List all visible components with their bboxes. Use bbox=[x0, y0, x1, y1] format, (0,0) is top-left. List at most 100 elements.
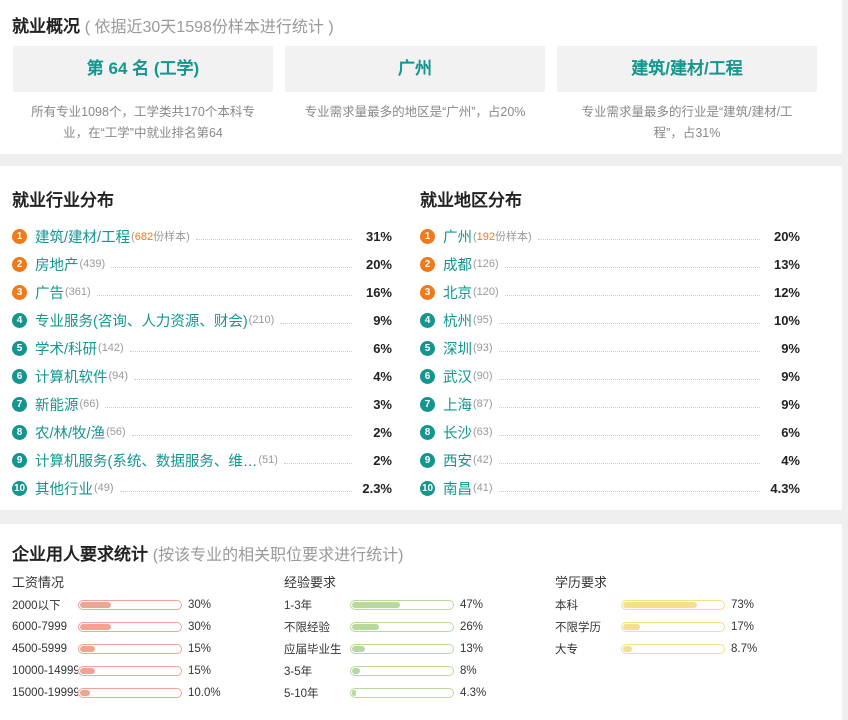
education-bar bbox=[621, 644, 725, 654]
region-row[interactable]: 4 杭州 (95) 10% bbox=[420, 306, 800, 334]
salary-label: 10000-14999 bbox=[12, 665, 78, 677]
education-row: 本科 73% bbox=[555, 594, 757, 616]
region-row[interactable]: 7 上海 (87) 9% bbox=[420, 390, 800, 418]
percentage: 2% bbox=[373, 452, 392, 468]
industry-row[interactable]: 2 房地产 (439) 20% bbox=[12, 250, 392, 278]
region-row[interactable]: 6 武汉 (90) 9% bbox=[420, 362, 800, 390]
experience-value: 8% bbox=[460, 665, 477, 677]
region-row[interactable]: 5 深圳 (93) 9% bbox=[420, 334, 800, 362]
industry-name-link[interactable]: 农/林/牧/渔 bbox=[35, 422, 105, 443]
region-row[interactable]: 9 西安 (42) 4% bbox=[420, 446, 800, 474]
industry-name-link[interactable]: 计算机软件 bbox=[35, 366, 108, 387]
experience-title: 经验要求 bbox=[284, 575, 337, 590]
experience-value: 4.3% bbox=[460, 687, 487, 699]
region-name-link[interactable]: 上海 bbox=[443, 394, 472, 415]
industry-name-link[interactable]: 学术/科研 bbox=[35, 338, 97, 359]
rank-badge: 3 bbox=[12, 284, 27, 300]
sample-count: (439) bbox=[79, 258, 106, 270]
experience-row: 应届毕业生 13% bbox=[284, 638, 486, 660]
experience-row: 5-10年 4.3% bbox=[284, 682, 486, 704]
region-name-link[interactable]: 杭州 bbox=[443, 310, 472, 331]
dotted-leader bbox=[195, 238, 352, 240]
dotted-leader bbox=[498, 490, 760, 492]
overview-top-region-box: 广州 bbox=[285, 46, 545, 92]
education-label: 大专 bbox=[555, 644, 578, 656]
rank-badge: 10 bbox=[420, 480, 435, 496]
region-name-link[interactable]: 长沙 bbox=[443, 422, 472, 443]
industry-row[interactable]: 1 建筑/建材/工程 (682份样本) 31% bbox=[12, 222, 392, 250]
dotted-leader bbox=[498, 462, 760, 464]
rank-badge: 5 bbox=[420, 340, 435, 356]
experience-bar-fill bbox=[352, 602, 400, 608]
region-name-link[interactable]: 广州 bbox=[443, 226, 472, 247]
sample-count: (63) bbox=[473, 426, 493, 438]
experience-value: 26% bbox=[460, 621, 484, 633]
experience-bar bbox=[350, 666, 454, 676]
percentage: 20% bbox=[365, 256, 392, 272]
experience-bar-fill bbox=[352, 646, 366, 652]
industry-row[interactable]: 4 专业服务(咨询、人力资源、财会) (210) 9% bbox=[12, 306, 392, 334]
overview-title: 就业概况 bbox=[12, 17, 80, 36]
dotted-leader bbox=[111, 266, 352, 268]
experience-row: 1-3年 47% bbox=[284, 594, 486, 616]
region-name-link[interactable]: 西安 bbox=[443, 450, 472, 471]
sample-count: (42) bbox=[473, 454, 493, 466]
region-row[interactable]: 1 广州 (192份样本) 20% bbox=[420, 222, 800, 250]
sample-count: (41) bbox=[473, 482, 493, 494]
percentage: 12% bbox=[773, 284, 800, 300]
rank-badge: 4 bbox=[420, 312, 435, 328]
region-row[interactable]: 10 南昌 (41) 4.3% bbox=[420, 474, 800, 502]
region-row[interactable]: 2 成都 (126) 13% bbox=[420, 250, 800, 278]
percentage: 9% bbox=[781, 340, 800, 356]
salary-value: 15% bbox=[188, 643, 212, 655]
dotted-leader bbox=[498, 434, 760, 436]
dotted-leader bbox=[498, 406, 760, 408]
dotted-leader bbox=[105, 406, 352, 408]
industry-row[interactable]: 7 新能源 (66) 3% bbox=[12, 390, 392, 418]
region-name-link[interactable]: 武汉 bbox=[443, 366, 472, 387]
requirements-title: 企业用人要求统计 bbox=[12, 545, 148, 564]
rank-badge: 9 bbox=[12, 452, 27, 468]
sample-count: (56) bbox=[106, 426, 126, 438]
experience-label: 应届毕业生 bbox=[284, 644, 342, 656]
rank-badge: 4 bbox=[12, 312, 27, 328]
dotted-leader bbox=[498, 378, 760, 380]
region-row[interactable]: 8 长沙 (63) 6% bbox=[420, 418, 800, 446]
education-bar-fill bbox=[623, 646, 632, 652]
overview-heading: 就业概况 ( 依据近30天1598份样本进行统计 ) bbox=[12, 12, 334, 37]
salary-section: 工资情况 2000以下 30% 6000-7999 30% 4500-5999 15% 10… bbox=[12, 572, 221, 704]
industry-row[interactable]: 9 计算机服务(系统、数据服务、维… (51) 2% bbox=[12, 446, 392, 474]
industry-name-link[interactable]: 计算机服务(系统、数据服务、维… bbox=[35, 450, 257, 471]
industry-list: 1 建筑/建材/工程 (682份样本) 31% 2 房地产 (439) 20% 3 广告 (361)… bbox=[12, 222, 392, 502]
experience-bar bbox=[350, 622, 454, 632]
industry-name-link[interactable]: 其他行业 bbox=[35, 478, 93, 499]
education-bar bbox=[621, 600, 725, 610]
salary-value: 30% bbox=[188, 599, 212, 611]
percentage: 4% bbox=[781, 452, 800, 468]
region-distribution: 就业地区分布 1 广州 (192份样本) 20% 2 成都 (126) 13% 3 北京 (120)… bbox=[420, 186, 800, 502]
region-row[interactable]: 3 北京 (120) 12% bbox=[420, 278, 800, 306]
industry-name-link[interactable]: 新能源 bbox=[35, 394, 79, 415]
industry-name-link[interactable]: 建筑/建材/工程 bbox=[35, 226, 130, 247]
industry-row[interactable]: 3 广告 (361) 16% bbox=[12, 278, 392, 306]
region-name-link[interactable]: 南昌 bbox=[443, 478, 472, 499]
sample-count: (120) bbox=[473, 286, 499, 298]
industry-name-link[interactable]: 专业服务(咨询、人力资源、财会) bbox=[35, 310, 248, 331]
region-name-link[interactable]: 成都 bbox=[443, 254, 472, 275]
industry-name-link[interactable]: 房地产 bbox=[35, 254, 79, 275]
region-name-link[interactable]: 北京 bbox=[443, 282, 472, 303]
experience-bar bbox=[350, 644, 454, 654]
industry-row[interactable]: 8 农/林/牧/渔 (56) 2% bbox=[12, 418, 392, 446]
industry-name-link[interactable]: 广告 bbox=[35, 282, 64, 303]
dotted-leader bbox=[498, 322, 760, 324]
percentage: 9% bbox=[781, 368, 800, 384]
industry-row[interactable]: 6 计算机软件 (94) 4% bbox=[12, 362, 392, 390]
industry-row[interactable]: 10 其他行业 (49) 2.3% bbox=[12, 474, 392, 502]
education-value: 73% bbox=[731, 599, 755, 611]
sample-count: (192份样本) bbox=[473, 231, 532, 243]
percentage: 3% bbox=[373, 396, 392, 412]
region-name-link[interactable]: 深圳 bbox=[443, 338, 472, 359]
salary-bar-fill bbox=[80, 668, 96, 674]
overview-subtitle: ( 依据近30天1598份样本进行统计 ) bbox=[84, 19, 334, 36]
industry-row[interactable]: 5 学术/科研 (142) 6% bbox=[12, 334, 392, 362]
